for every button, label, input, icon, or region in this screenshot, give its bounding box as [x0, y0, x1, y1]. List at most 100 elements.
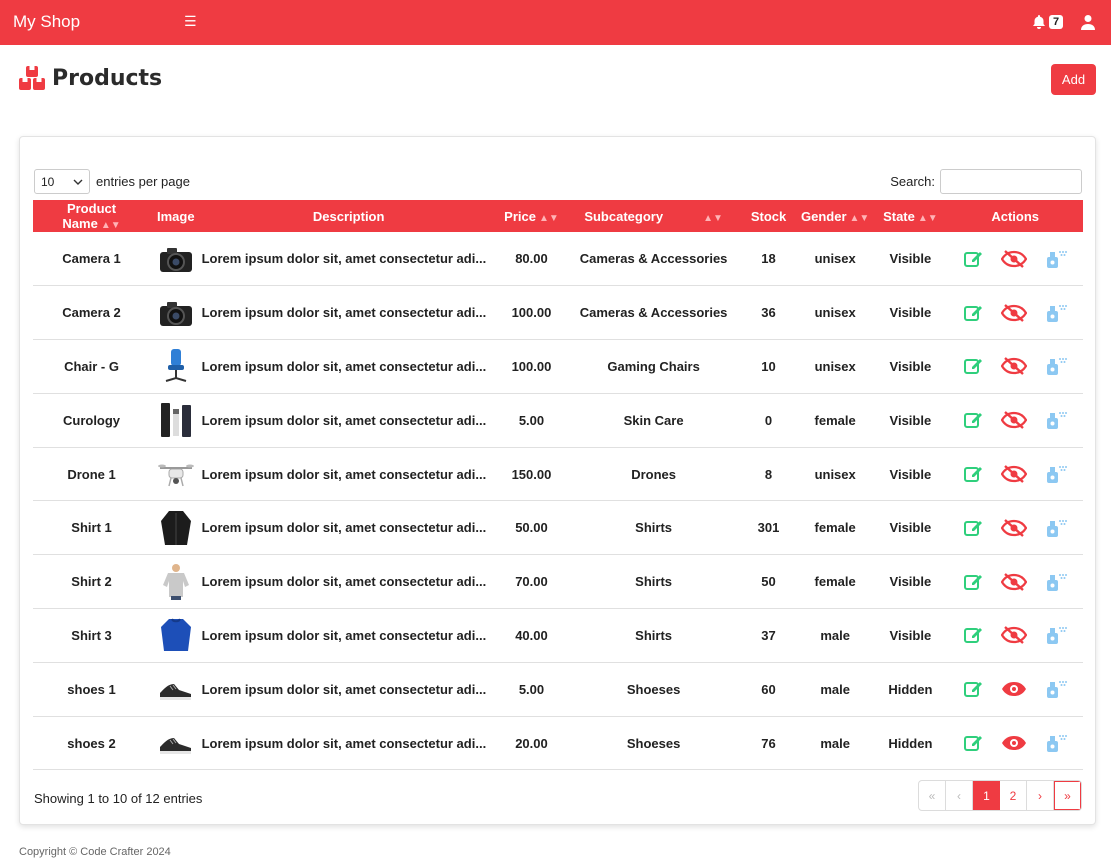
toggle-visibility-button[interactable]: [1001, 464, 1028, 484]
col-price[interactable]: Price ▲▼: [495, 200, 568, 232]
eye-slash-icon: [1001, 626, 1028, 645]
edit-button[interactable]: [963, 464, 983, 484]
eye-slash-icon: [1001, 572, 1028, 591]
actions-cell: [947, 554, 1083, 610]
table-row: Shirt 3 Lorem ipsum dolor sit, amet conse…: [33, 608, 1083, 663]
product-image: [150, 339, 202, 394]
spray-bottle-icon: [1047, 466, 1068, 484]
toggle-visibility-button[interactable]: [1001, 733, 1027, 753]
toggle-visibility-button[interactable]: [1001, 572, 1028, 592]
eye-slash-icon: [1001, 249, 1028, 268]
variants-button[interactable]: [1045, 733, 1068, 753]
description-cell: Lorem ipsum dolor sit, amet consectetur …: [201, 554, 496, 610]
toggle-visibility-button[interactable]: [1001, 303, 1028, 323]
toggle-visibility-button[interactable]: [1001, 679, 1027, 699]
next-page-button[interactable]: ›: [1027, 781, 1054, 810]
col-stock: Stock: [740, 200, 797, 232]
table-row: Shirt 2 Lorem ipsum dolor sit, amet conse…: [33, 554, 1083, 610]
variants-button[interactable]: [1045, 356, 1068, 376]
product-image: [150, 716, 202, 771]
toggle-visibility-button[interactable]: [1001, 249, 1028, 269]
price-cell: 5.00: [495, 393, 568, 448]
edit-icon: [964, 682, 983, 698]
add-product-button[interactable]: Add: [1051, 64, 1096, 95]
edit-icon: [964, 574, 983, 590]
product-name-cell: Chair - G: [33, 339, 151, 394]
edit-button[interactable]: [963, 356, 983, 376]
first-page-button[interactable]: «: [919, 781, 946, 810]
gender-cell: male: [797, 662, 874, 717]
variants-button[interactable]: [1045, 625, 1068, 645]
edit-button[interactable]: [963, 733, 983, 753]
state-cell: Visible: [873, 232, 948, 287]
page-2-button[interactable]: 2: [1000, 781, 1027, 810]
menu-toggle-icon[interactable]: ☰: [184, 13, 197, 30]
product-image: [150, 662, 202, 717]
variants-button[interactable]: [1045, 249, 1068, 269]
table-row: shoes 1 Lorem ipsum dolor sit, amet conse…: [33, 662, 1083, 717]
variants-button[interactable]: [1045, 464, 1068, 484]
variants-button[interactable]: [1045, 518, 1068, 538]
boxes-icon: [19, 66, 45, 90]
table-row: Curology Lorem ipsum dolor sit, amet cons…: [33, 393, 1083, 448]
eye-slash-icon: [1001, 357, 1028, 376]
top-navbar: My Shop ☰ 7: [0, 0, 1111, 45]
product-image: [150, 285, 202, 341]
state-cell: Visible: [873, 339, 948, 394]
price-cell: 20.00: [495, 716, 568, 771]
product-name-cell: Shirt 1: [33, 500, 151, 556]
toggle-visibility-button[interactable]: [1001, 356, 1028, 376]
col-gender[interactable]: Gender ▲▼: [797, 200, 874, 232]
edit-button[interactable]: [963, 572, 983, 592]
table-row: Drone 1 Lorem ipsum dolor sit, amet conse…: [33, 447, 1083, 502]
toggle-visibility-button[interactable]: [1001, 518, 1028, 538]
page-1-button[interactable]: 1: [973, 781, 1000, 810]
spray-bottle-icon: [1047, 735, 1068, 753]
state-cell: Visible: [873, 608, 948, 663]
spray-bottle-icon: [1047, 573, 1068, 591]
stock-cell: 8: [740, 447, 797, 502]
spray-bottle-icon: [1047, 358, 1068, 376]
actions-cell: [947, 716, 1083, 771]
toggle-visibility-button[interactable]: [1001, 625, 1028, 645]
gender-cell: unisex: [797, 232, 874, 287]
col-state[interactable]: State ▲▼: [873, 200, 948, 232]
variants-button[interactable]: [1045, 679, 1068, 699]
price-cell: 5.00: [495, 662, 568, 717]
page-length-select[interactable]: 10: [34, 169, 90, 194]
col-subcategory[interactable]: Subcategory ▲▼: [567, 200, 741, 232]
actions-cell: [947, 608, 1083, 663]
col-product-name[interactable]: Product Name ▲▼: [33, 200, 151, 232]
product-name-cell: Drone 1: [33, 447, 151, 502]
gender-cell: female: [797, 500, 874, 556]
spray-bottle-icon: [1047, 627, 1068, 645]
state-cell: Visible: [873, 285, 948, 341]
last-page-button[interactable]: »: [1054, 781, 1081, 810]
subcategory-cell: Skin Care: [567, 393, 741, 448]
edit-button[interactable]: [963, 249, 983, 269]
product-image: [150, 554, 202, 610]
subcategory-cell: Shirts: [567, 500, 741, 556]
page-heading: Products: [18, 63, 162, 93]
table-row: Chair - G Lorem ipsum dolor sit, amet con…: [33, 339, 1083, 394]
table-row: Shirt 1 Lorem ipsum dolor sit, amet conse…: [33, 500, 1083, 556]
prev-page-button[interactable]: ‹: [946, 781, 973, 810]
subcategory-cell: Shoeses: [567, 662, 741, 717]
edit-button[interactable]: [963, 679, 983, 699]
brand-link[interactable]: My Shop: [13, 12, 80, 32]
user-icon[interactable]: [1081, 14, 1095, 30]
search-input[interactable]: [940, 169, 1082, 194]
bell-icon[interactable]: [1031, 14, 1047, 30]
edit-button[interactable]: [963, 410, 983, 430]
edit-icon: [964, 359, 983, 375]
edit-button[interactable]: [963, 518, 983, 538]
variants-button[interactable]: [1045, 303, 1068, 323]
variants-button[interactable]: [1045, 572, 1068, 592]
description-cell: Lorem ipsum dolor sit, amet consectetur …: [201, 393, 496, 448]
toggle-visibility-button[interactable]: [1001, 410, 1028, 430]
col-description: Description: [201, 200, 496, 232]
edit-button[interactable]: [963, 303, 983, 323]
variants-button[interactable]: [1045, 410, 1068, 430]
edit-button[interactable]: [963, 625, 983, 645]
products-table: Product Name ▲▼ Image Description Price ▲▼…: [33, 200, 1083, 771]
